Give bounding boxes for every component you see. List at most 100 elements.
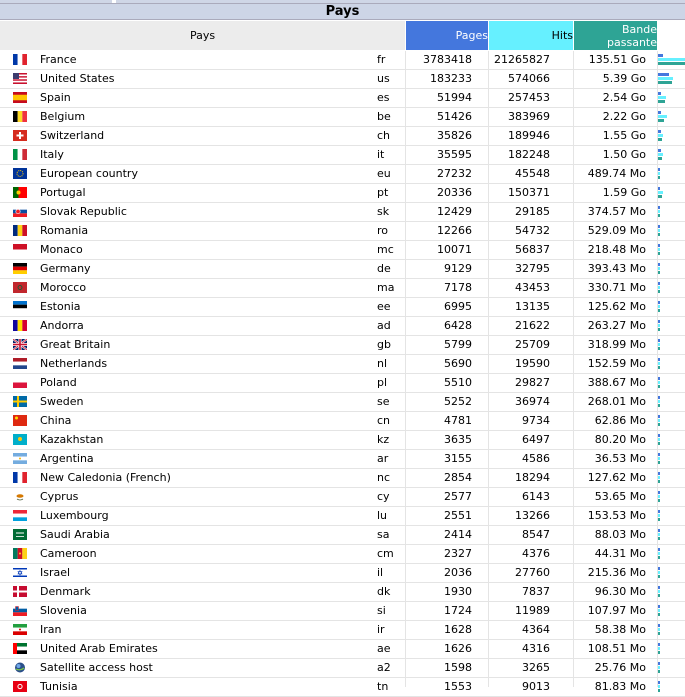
usage-bars [658, 242, 685, 258]
kazakhstan-flag-icon [13, 434, 27, 445]
pages-count: 2854 [444, 471, 472, 484]
bandwidth-value: 1.55 Go [602, 129, 646, 142]
pages-count: 2577 [444, 490, 472, 503]
country-name: Great Britain [40, 338, 111, 351]
country-name: Slovenia [40, 604, 87, 617]
andorra-flag-icon [13, 320, 27, 331]
bandwidth-bar [658, 499, 660, 502]
hits-count: 29827 [515, 376, 550, 389]
bandwidth-value: 44.31 Mo [594, 547, 646, 560]
country-name: Belgium [40, 110, 86, 123]
bandwidth-value: 330.71 Mo [587, 281, 646, 294]
country-name: Netherlands [40, 357, 108, 370]
table-row: Monaco mc 10071 56837 218.48 Mo [0, 241, 685, 260]
bandwidth-bar [658, 347, 660, 350]
hits-bar [658, 457, 660, 460]
israel-flag-icon [13, 567, 27, 578]
country-name: Monaco [40, 243, 83, 256]
hits-count: 19590 [515, 357, 550, 370]
bandwidth-value: 268.01 Mo [587, 395, 646, 408]
hits-count: 32795 [515, 262, 550, 275]
pages-bar [658, 662, 660, 665]
hits-bar [658, 609, 660, 612]
bandwidth-value: 80.20 Mo [594, 433, 646, 446]
bandwidth-bar [658, 385, 660, 388]
hits-bar [658, 438, 660, 441]
country-name: Germany [40, 262, 91, 275]
hits-bar [658, 495, 660, 498]
iran-flag-icon [13, 624, 27, 635]
country-code: fr [377, 53, 386, 66]
saudi-arabia-flag-icon [13, 529, 27, 540]
bandwidth-bar [658, 689, 660, 692]
bandwidth-value: 1.59 Go [602, 186, 646, 199]
usage-bars [658, 451, 685, 467]
morocco-flag-icon [13, 282, 27, 293]
country-code: kz [377, 433, 390, 446]
table-row: Saudi Arabia sa 2414 8547 88.03 Mo [0, 526, 685, 545]
pages-count: 6995 [444, 300, 472, 313]
hits-count: 6143 [522, 490, 550, 503]
us-flag-icon [13, 73, 27, 84]
china-flag-icon [13, 415, 27, 426]
hits-bar [658, 647, 660, 650]
pages-bar [658, 111, 662, 114]
hits-bar [658, 286, 660, 289]
hits-count: 13266 [515, 509, 550, 522]
pages-bar [658, 624, 660, 627]
bandwidth-value: 62.86 Mo [594, 414, 646, 427]
pages-bar [658, 415, 660, 418]
pages-count: 2551 [444, 509, 472, 522]
hits-count: 4376 [522, 547, 550, 560]
country-name: France [40, 53, 77, 66]
pages-bar [658, 301, 660, 304]
bandwidth-bar [658, 537, 660, 540]
pages-bar [658, 244, 660, 247]
table-row: Romania ro 12266 54732 529.09 Mo [0, 222, 685, 241]
denmark-flag-icon [13, 586, 27, 597]
hits-bar [658, 324, 660, 327]
pages-count: 5252 [444, 395, 472, 408]
hits-bar [658, 96, 667, 99]
table-row: United States us 183233 574066 5.39 Go [0, 70, 685, 89]
hits-count: 27760 [515, 566, 550, 579]
usage-bars [658, 660, 685, 676]
cameroon-flag-icon [13, 548, 27, 559]
country-code: gb [377, 338, 391, 351]
eu-flag-icon [13, 168, 27, 179]
usage-bars [658, 565, 685, 581]
cyprus-flag-icon [13, 491, 27, 502]
bandwidth-bar [658, 100, 665, 103]
pages-bar [658, 643, 660, 646]
satellite-globe-icon [15, 662, 25, 673]
pages-bar [658, 339, 660, 342]
hits-bar [658, 400, 660, 403]
country-code: us [377, 72, 390, 85]
bandwidth-bar [658, 309, 660, 312]
usage-bars [658, 641, 685, 657]
pages-count: 2036 [444, 566, 472, 579]
bandwidth-value: 263.27 Mo [587, 319, 646, 332]
pages-count: 1626 [444, 642, 472, 655]
pages-bar [658, 548, 660, 551]
country-code: il [377, 566, 384, 579]
usage-bars [658, 318, 685, 334]
bandwidth-bar [658, 613, 660, 616]
pages-count: 12429 [437, 205, 472, 218]
table-row: Great Britain gb 5799 25709 318.99 Mo [0, 336, 685, 355]
country-name: Portugal [40, 186, 86, 199]
bandwidth-value: 125.62 Mo [587, 300, 646, 313]
hits-bar [658, 115, 668, 118]
country-code: cn [377, 414, 391, 427]
hits-count: 9013 [522, 680, 550, 693]
hits-bar [658, 267, 660, 270]
bandwidth-bar [658, 594, 660, 597]
header-bandwidth: Bande passante [574, 21, 657, 50]
pages-bar [658, 92, 662, 95]
country-code: ae [377, 642, 391, 655]
hits-count: 7837 [522, 585, 550, 598]
table-row: New Caledonia (French) nc 2854 18294 127.62 … [0, 469, 685, 488]
bandwidth-value: 318.99 Mo [587, 338, 646, 351]
usage-bars [658, 185, 685, 201]
country-name: China [40, 414, 72, 427]
